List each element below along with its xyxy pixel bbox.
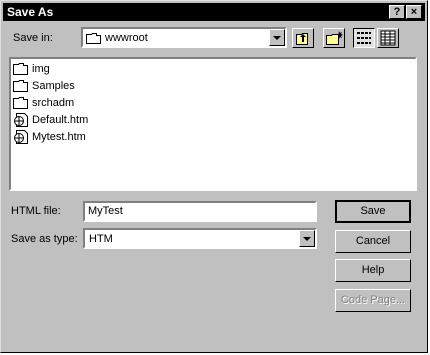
- folder-icon: [13, 63, 28, 75]
- close-button[interactable]: ×: [406, 5, 422, 19]
- save-in-value: wwwroot: [105, 32, 148, 44]
- help-title-button[interactable]: ?: [389, 5, 405, 19]
- chevron-down-icon[interactable]: [269, 29, 285, 46]
- list-view-button[interactable]: [353, 28, 375, 48]
- save-button[interactable]: Save: [335, 200, 411, 223]
- html-file-icon: [14, 113, 28, 127]
- file-name-label: HTML file:: [11, 205, 61, 217]
- file-name: Mytest.htm: [32, 131, 86, 143]
- details-view-button[interactable]: [377, 28, 399, 48]
- cancel-button[interactable]: Cancel: [335, 230, 411, 253]
- save-as-type-label: Save as type:: [11, 233, 78, 245]
- file-name: srchadm: [32, 97, 75, 109]
- save-as-type-dropdown[interactable]: HTM: [83, 228, 317, 249]
- file-name: Default.htm: [32, 114, 89, 126]
- folder-icon: [13, 97, 28, 109]
- dialog-title: Save As: [7, 5, 54, 19]
- help-button[interactable]: Help: [335, 259, 411, 282]
- file-name: Samples: [32, 80, 75, 92]
- file-list[interactable]: img Samples srchadm Default.htm Mytest.h…: [9, 57, 417, 191]
- title-bar: Save As ? ×: [3, 3, 425, 21]
- file-name-value: MyTest: [88, 205, 123, 217]
- up-one-level-button[interactable]: [292, 28, 314, 48]
- save-in-dropdown[interactable]: wwwroot: [81, 27, 287, 48]
- create-new-folder-icon: [326, 31, 343, 45]
- folder-icon: [13, 80, 28, 92]
- file-name: img: [32, 63, 50, 75]
- html-file-icon: [14, 130, 28, 144]
- file-name-field[interactable]: MyTest: [83, 201, 317, 222]
- create-new-folder-button[interactable]: [323, 28, 345, 48]
- up-one-level-icon: [296, 33, 308, 45]
- save-as-type-value: HTM: [89, 233, 113, 245]
- list-view-icon: [357, 32, 371, 44]
- details-view-icon: [380, 30, 396, 46]
- chevron-down-icon[interactable]: [299, 230, 315, 247]
- code-page-button[interactable]: Code Page...: [335, 289, 411, 312]
- save-as-dialog: Save As ? × Save in: wwwroot img Samples…: [0, 0, 428, 353]
- save-in-label: Save in:: [13, 32, 53, 44]
- folder-icon: [86, 33, 101, 44]
